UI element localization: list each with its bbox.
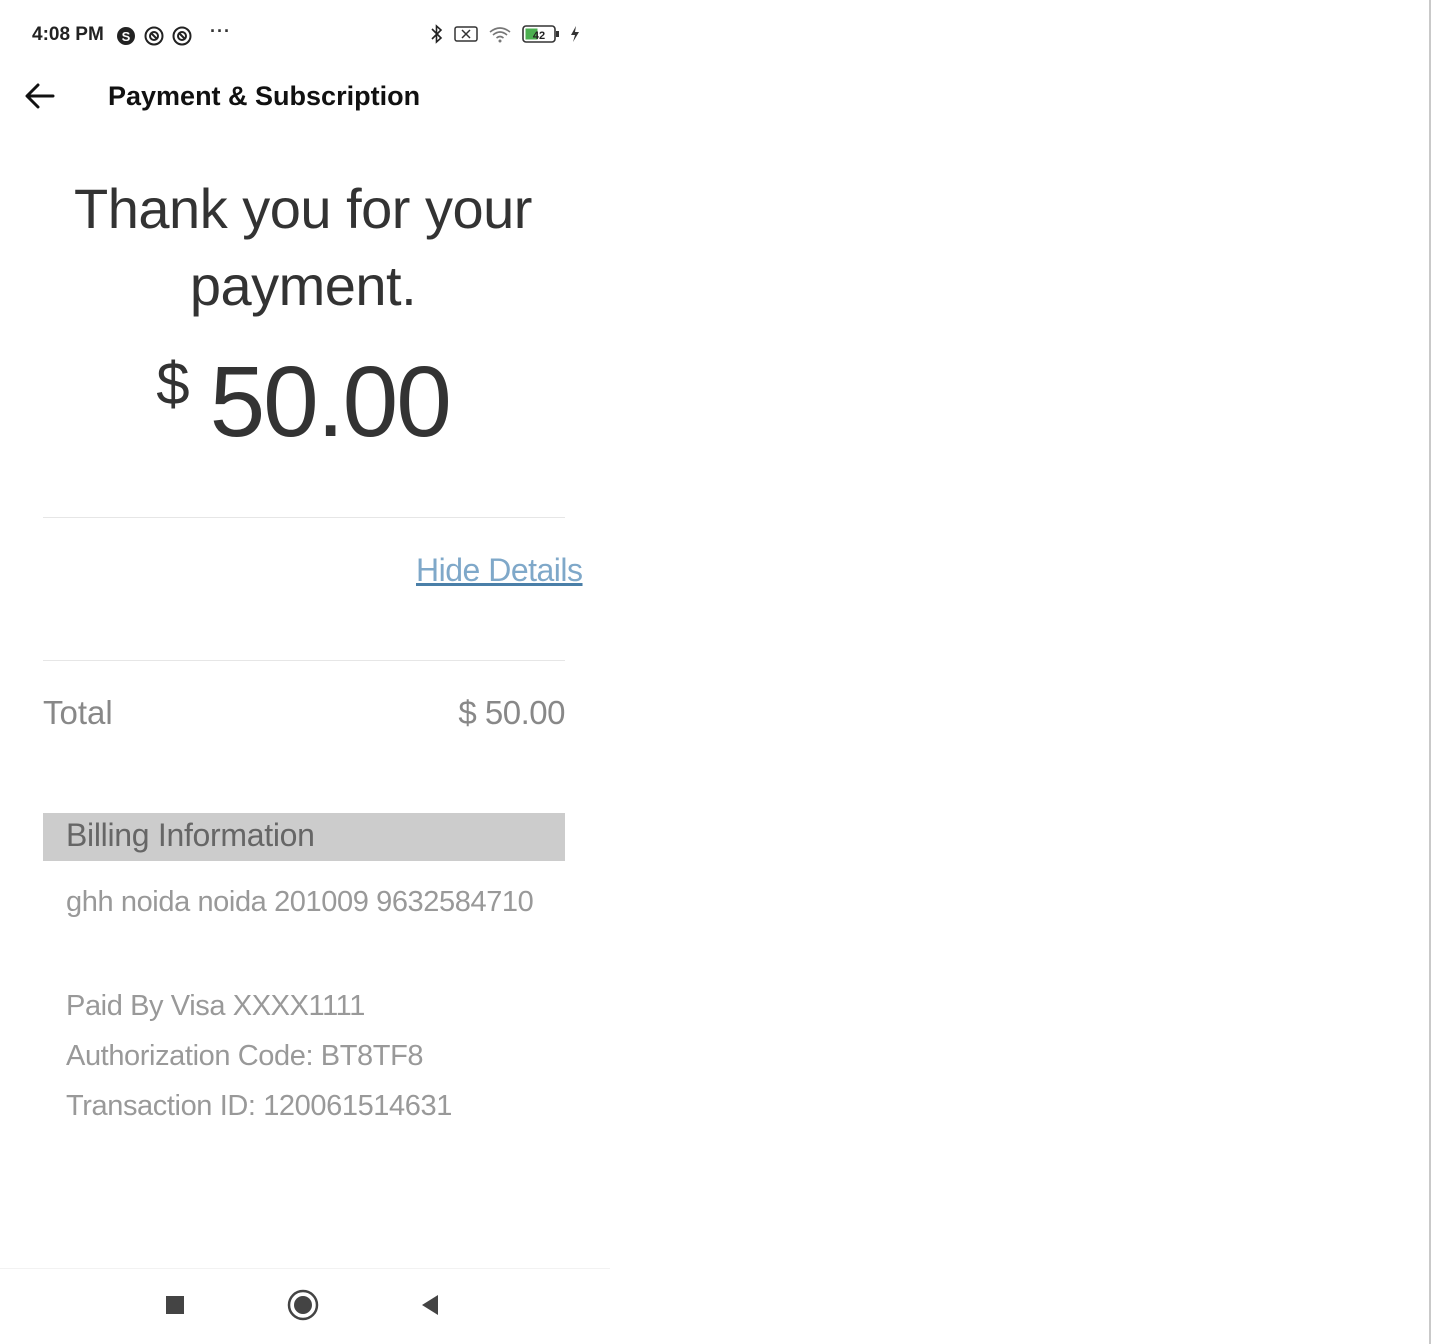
thank-you-line-2: payment. [189,254,417,317]
sim-off-icon [454,25,478,48]
thank-you-line-1: Thank you for your [74,177,532,240]
page-title: Payment & Subscription [108,81,421,111]
thank-you-message: Thank you for your payment. [40,170,566,324]
bluetooth-icon [430,24,444,49]
amount-value: 50.00 [209,346,452,458]
status-bar: 4:08 PM S ··· 42 [32,18,580,54]
billing-information-header: Billing Information [43,813,565,861]
hide-details-link[interactable]: Hide Details [416,552,583,589]
paid-by: Paid By Visa XXXX1111 [66,990,365,1022]
back-icon [420,1294,440,1321]
app-bar: Payment & Subscription [0,72,610,124]
divider [43,660,565,661]
total-row: Total $ 50.00 [43,694,565,738]
battery-icon: 42 [522,24,560,49]
skype-icon: S [116,26,136,46]
divider [43,517,565,518]
notification-icons: S ··· [116,21,231,46]
arrow-left-icon [25,83,55,114]
recents-button[interactable] [157,1289,193,1325]
billing-header-label: Billing Information [66,817,315,853]
home-button[interactable] [285,1289,321,1325]
system-nav-bar [0,1268,610,1344]
amount-currency: $ [156,350,190,417]
authorization-code: Authorization Code: BT8TF8 [66,1040,424,1072]
status-time: 4:08 PM [32,24,104,45]
phone-screen: 4:08 PM S ··· 42 Payment & Subscription … [0,0,610,1344]
page: 4:08 PM S ··· 42 Payment & Subscription … [0,0,1431,1344]
sync-icon [172,26,192,46]
battery-level: 42 [533,30,545,42]
billing-address: ghh noida noida 201009 9632584710 [66,886,534,918]
back-button[interactable] [22,80,58,116]
overflow-dots: ··· [210,21,231,41]
system-icons: 42 [430,24,580,49]
recents-icon [165,1295,185,1320]
wifi-icon [488,25,512,48]
svg-text:S: S [122,29,131,44]
transaction-id: Transaction ID: 120061514631 [66,1090,452,1122]
sync-icon [144,26,164,46]
charging-icon [570,25,580,48]
total-value: $ 50.00 [458,694,565,731]
nav-back-button[interactable] [412,1289,448,1325]
home-icon [287,1289,319,1326]
total-label: Total [43,694,113,731]
payment-amount: $50.00 [40,345,566,460]
